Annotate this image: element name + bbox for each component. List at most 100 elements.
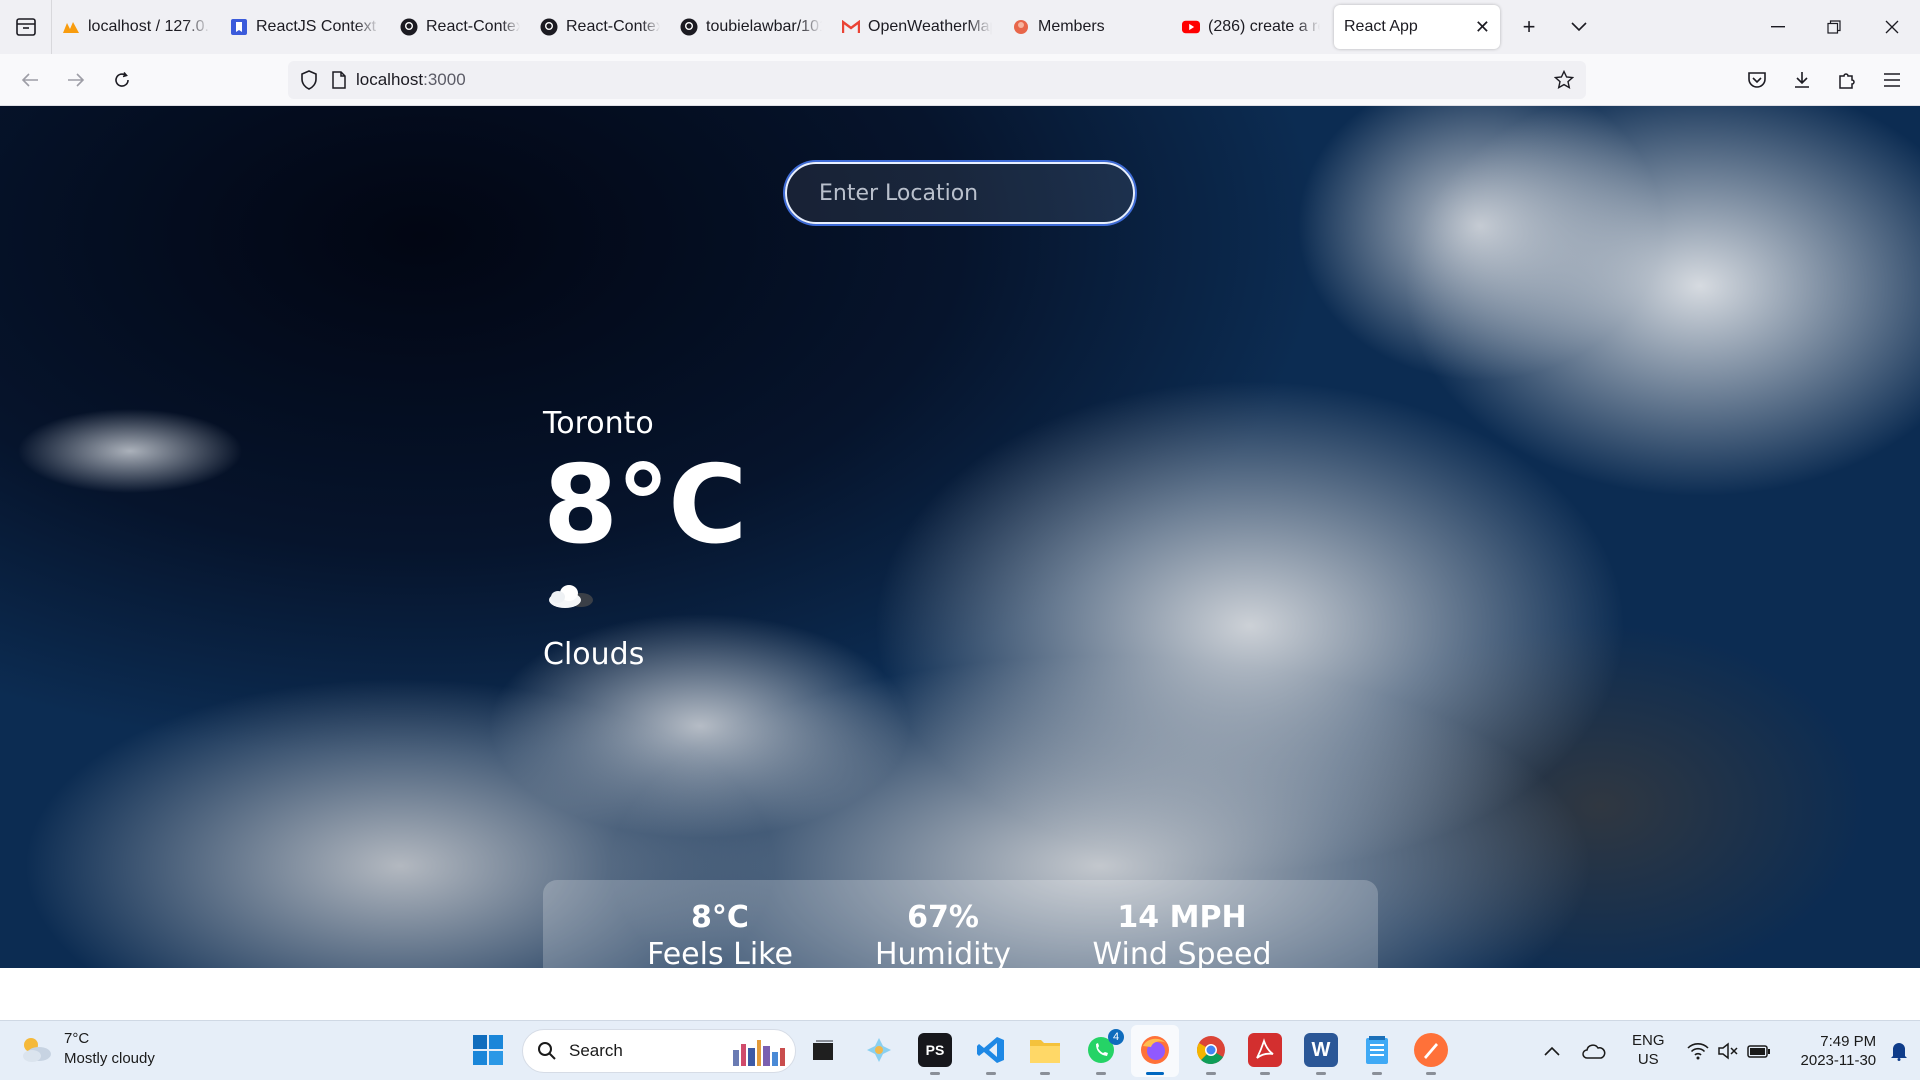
notification-badge: 4	[1108, 1029, 1124, 1045]
tab-label: (286) create a rea	[1208, 18, 1320, 35]
members-site-icon	[1012, 18, 1030, 36]
current-temperature: 8°C	[543, 443, 747, 568]
windows-logo-icon	[473, 1035, 503, 1065]
feels-like-label: Feels Like	[647, 937, 793, 968]
restore-icon	[1827, 20, 1841, 34]
download-icon	[1794, 72, 1809, 88]
tab-reactjs-context[interactable]: ReactJS Context A	[220, 0, 390, 54]
url-port: :3000	[423, 70, 466, 89]
tab-github-toubielawbar[interactable]: toubielawbar/101	[670, 0, 832, 54]
running-indicator	[1146, 1072, 1164, 1075]
running-indicator	[1316, 1072, 1326, 1075]
running-indicator	[1040, 1072, 1050, 1075]
tab-youtube[interactable]: (286) create a rea	[1172, 0, 1330, 54]
address-bar[interactable]: localhost:3000	[288, 61, 1586, 99]
bookmark-star-icon[interactable]	[1554, 70, 1574, 90]
downloads-button[interactable]	[1779, 58, 1824, 102]
browser-navigation-bar: localhost:3000	[0, 54, 1920, 106]
tab-overview-icon	[15, 18, 36, 36]
tab-label: toubielawbar/101	[706, 18, 822, 35]
chrome-icon	[1197, 1036, 1225, 1065]
weather-app: Toronto 8°C Clouds 8°C Feels Like 67% Hu…	[0, 106, 1920, 968]
minimize-button[interactable]	[1750, 0, 1806, 54]
taskbar-weather-widget[interactable]: 7°C Mostly cloudy	[18, 1029, 155, 1068]
pocket-icon	[1747, 72, 1766, 88]
browser-tab-strip: localhost / 127.0.0 ReactJS Context A Re…	[0, 0, 1920, 54]
close-window-button[interactable]	[1864, 0, 1920, 54]
forward-button[interactable]	[54, 58, 98, 102]
search-icon	[538, 1042, 556, 1060]
wifi-icon[interactable]	[1686, 1042, 1709, 1060]
tab-label: localhost / 127.0.0	[88, 18, 210, 35]
tracking-protection-shield-icon[interactable]	[300, 70, 318, 90]
page-info-icon[interactable]	[332, 71, 346, 89]
humidity-label: Humidity	[874, 937, 1012, 968]
tab-github-react-context-2[interactable]: React-Context-AP	[530, 0, 670, 54]
tab-react-app[interactable]: React App ✕	[1334, 5, 1500, 49]
tab-github-react-context-1[interactable]: React-Context-AP	[390, 0, 530, 54]
taskbar-weather-condition: Mostly cloudy	[64, 1049, 155, 1067]
running-indicator	[1206, 1072, 1216, 1075]
restore-button[interactable]	[1806, 0, 1862, 54]
page-blank-area	[0, 968, 1920, 1020]
tab-openweathermap[interactable]: OpenWeatherMap	[832, 0, 1002, 54]
feels-like-stat: 8°C Feels Like	[647, 900, 793, 968]
tab-label: React-Context-AP	[426, 18, 520, 35]
list-all-tabs-button[interactable]	[0, 0, 52, 54]
vscode-icon	[977, 1037, 1004, 1063]
running-indicator	[1260, 1072, 1270, 1075]
system-tray: ENG US 7:49 PM 2023-11-30	[1544, 1021, 1908, 1080]
url-text[interactable]: localhost:3000	[356, 70, 466, 90]
list-tabs-button[interactable]	[1554, 0, 1604, 54]
taskbar-app-swift[interactable]	[1414, 1033, 1448, 1075]
taskbar-app-word[interactable]: W	[1304, 1033, 1338, 1075]
taskbar-app-phpstorm[interactable]: PS	[918, 1033, 952, 1075]
close-tab-icon[interactable]: ✕	[1465, 17, 1490, 38]
taskbar-app-acrobat[interactable]	[1248, 1033, 1282, 1075]
chevron-up-icon[interactable]	[1544, 1046, 1560, 1056]
taskbar-search-label: Search	[569, 1041, 623, 1060]
battery-charging-icon[interactable]	[1746, 1043, 1771, 1059]
taskbar-app-vscode[interactable]	[974, 1033, 1008, 1075]
taskbar-app-file-explorer[interactable]	[1028, 1033, 1062, 1075]
tab-label: React-Context-AP	[566, 18, 660, 35]
running-indicator	[1426, 1072, 1436, 1075]
forward-arrow-icon	[68, 72, 85, 87]
region-code: US	[1637, 1051, 1659, 1068]
taskbar-search-box[interactable]: Search	[522, 1029, 796, 1073]
taskbar-app-whatsapp[interactable]: 4	[1084, 1029, 1124, 1075]
extensions-button[interactable]	[1824, 58, 1869, 102]
new-tab-button[interactable]: +	[1504, 0, 1554, 54]
city-name: Toronto	[543, 406, 654, 441]
pocket-button[interactable]	[1734, 58, 1779, 102]
windows-taskbar: 7°C Mostly cloudy Search PS 4 W ENG US 7…	[0, 1020, 1920, 1080]
speaker-muted-icon[interactable]	[1717, 1042, 1739, 1060]
pen-tool-icon	[1424, 1043, 1438, 1059]
github-icon	[400, 18, 418, 36]
tab-members[interactable]: Members	[1002, 0, 1172, 54]
tab-label: OpenWeatherMap	[868, 18, 992, 35]
tab-label: Members	[1038, 18, 1105, 35]
minimize-icon	[1771, 26, 1785, 28]
taskbar-app-gemini[interactable]	[862, 1033, 896, 1067]
start-button[interactable]	[472, 1034, 504, 1071]
url-host: localhost	[356, 70, 424, 89]
back-button[interactable]	[8, 58, 52, 102]
feels-like-value: 8°C	[691, 900, 749, 935]
input-language[interactable]: ENG US	[1632, 1032, 1665, 1070]
taskbar-clock[interactable]: 7:49 PM 2023-11-30	[1801, 1032, 1877, 1071]
taskbar-app-firefox[interactable]	[1138, 1033, 1172, 1075]
tab-phpmyadmin[interactable]: localhost / 127.0.0	[52, 0, 220, 54]
reload-icon	[115, 71, 129, 87]
running-indicator	[986, 1072, 996, 1075]
running-indicator	[930, 1072, 940, 1075]
onedrive-cloud-icon[interactable]	[1582, 1043, 1606, 1059]
reload-button[interactable]	[100, 58, 144, 102]
taskbar-task-view[interactable]	[806, 1033, 840, 1067]
app-menu-button[interactable]	[1869, 58, 1914, 102]
folder-icon	[1030, 1040, 1060, 1063]
notification-bell-icon[interactable]	[1890, 1041, 1908, 1061]
taskbar-app-chrome[interactable]	[1194, 1033, 1228, 1075]
taskbar-app-notepad[interactable]	[1360, 1033, 1394, 1075]
location-search-input[interactable]	[785, 162, 1135, 224]
